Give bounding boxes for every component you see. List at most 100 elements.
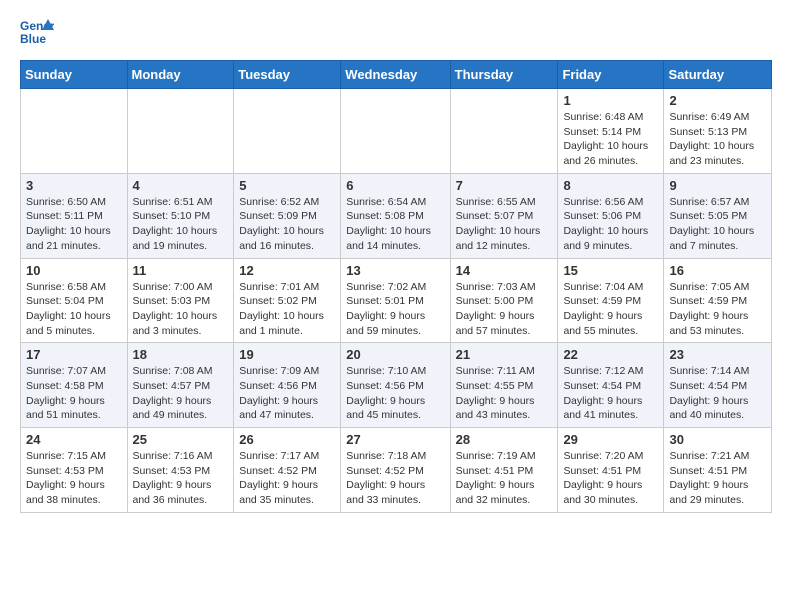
calendar-cell: 3 Sunrise: 6:50 AM Sunset: 5:11 PM Daylig…	[21, 173, 128, 258]
page: General Blue SundayMondayTuesdayWednesda…	[0, 0, 792, 529]
day-info: Sunrise: 6:52 AM Sunset: 5:09 PM Dayligh…	[239, 195, 335, 254]
day-number: 14	[456, 263, 553, 278]
day-number: 16	[669, 263, 766, 278]
calendar-cell	[234, 89, 341, 174]
day-info: Sunrise: 7:18 AM Sunset: 4:52 PM Dayligh…	[346, 449, 444, 508]
weekday-header-sunday: Sunday	[21, 61, 128, 89]
calendar-cell: 27 Sunrise: 7:18 AM Sunset: 4:52 PM Dayli…	[341, 428, 450, 513]
day-number: 4	[133, 178, 229, 193]
calendar-cell: 6 Sunrise: 6:54 AM Sunset: 5:08 PM Daylig…	[341, 173, 450, 258]
day-info: Sunrise: 7:02 AM Sunset: 5:01 PM Dayligh…	[346, 280, 444, 339]
day-number: 9	[669, 178, 766, 193]
day-info: Sunrise: 7:07 AM Sunset: 4:58 PM Dayligh…	[26, 364, 122, 423]
calendar-cell	[341, 89, 450, 174]
calendar-cell: 25 Sunrise: 7:16 AM Sunset: 4:53 PM Dayli…	[127, 428, 234, 513]
day-number: 28	[456, 432, 553, 447]
week-row-3: 10 Sunrise: 6:58 AM Sunset: 5:04 PM Dayli…	[21, 258, 772, 343]
day-info: Sunrise: 7:04 AM Sunset: 4:59 PM Dayligh…	[563, 280, 658, 339]
calendar-cell: 5 Sunrise: 6:52 AM Sunset: 5:09 PM Daylig…	[234, 173, 341, 258]
day-number: 27	[346, 432, 444, 447]
calendar-cell: 1 Sunrise: 6:48 AM Sunset: 5:14 PM Daylig…	[558, 89, 664, 174]
calendar-cell: 28 Sunrise: 7:19 AM Sunset: 4:51 PM Dayli…	[450, 428, 558, 513]
calendar-cell: 24 Sunrise: 7:15 AM Sunset: 4:53 PM Dayli…	[21, 428, 128, 513]
day-number: 23	[669, 347, 766, 362]
weekday-header-monday: Monday	[127, 61, 234, 89]
logo-svg: General Blue	[20, 16, 54, 50]
calendar-cell: 4 Sunrise: 6:51 AM Sunset: 5:10 PM Daylig…	[127, 173, 234, 258]
day-info: Sunrise: 7:03 AM Sunset: 5:00 PM Dayligh…	[456, 280, 553, 339]
calendar-cell: 29 Sunrise: 7:20 AM Sunset: 4:51 PM Dayli…	[558, 428, 664, 513]
day-info: Sunrise: 7:09 AM Sunset: 4:56 PM Dayligh…	[239, 364, 335, 423]
day-number: 10	[26, 263, 122, 278]
weekday-header-tuesday: Tuesday	[234, 61, 341, 89]
day-number: 11	[133, 263, 229, 278]
day-info: Sunrise: 7:15 AM Sunset: 4:53 PM Dayligh…	[26, 449, 122, 508]
day-info: Sunrise: 7:14 AM Sunset: 4:54 PM Dayligh…	[669, 364, 766, 423]
day-number: 12	[239, 263, 335, 278]
calendar-cell: 13 Sunrise: 7:02 AM Sunset: 5:01 PM Dayli…	[341, 258, 450, 343]
week-row-5: 24 Sunrise: 7:15 AM Sunset: 4:53 PM Dayli…	[21, 428, 772, 513]
calendar-cell: 23 Sunrise: 7:14 AM Sunset: 4:54 PM Dayli…	[664, 343, 772, 428]
day-info: Sunrise: 7:12 AM Sunset: 4:54 PM Dayligh…	[563, 364, 658, 423]
weekday-header-wednesday: Wednesday	[341, 61, 450, 89]
weekday-header-friday: Friday	[558, 61, 664, 89]
day-info: Sunrise: 6:57 AM Sunset: 5:05 PM Dayligh…	[669, 195, 766, 254]
day-number: 19	[239, 347, 335, 362]
day-info: Sunrise: 7:19 AM Sunset: 4:51 PM Dayligh…	[456, 449, 553, 508]
day-info: Sunrise: 6:58 AM Sunset: 5:04 PM Dayligh…	[26, 280, 122, 339]
calendar-cell: 2 Sunrise: 6:49 AM Sunset: 5:13 PM Daylig…	[664, 89, 772, 174]
calendar-cell: 7 Sunrise: 6:55 AM Sunset: 5:07 PM Daylig…	[450, 173, 558, 258]
calendar-cell: 16 Sunrise: 7:05 AM Sunset: 4:59 PM Dayli…	[664, 258, 772, 343]
day-info: Sunrise: 6:49 AM Sunset: 5:13 PM Dayligh…	[669, 110, 766, 169]
calendar-cell: 10 Sunrise: 6:58 AM Sunset: 5:04 PM Dayli…	[21, 258, 128, 343]
day-info: Sunrise: 7:01 AM Sunset: 5:02 PM Dayligh…	[239, 280, 335, 339]
day-number: 21	[456, 347, 553, 362]
day-number: 13	[346, 263, 444, 278]
day-info: Sunrise: 7:10 AM Sunset: 4:56 PM Dayligh…	[346, 364, 444, 423]
day-number: 20	[346, 347, 444, 362]
calendar-cell	[450, 89, 558, 174]
calendar-cell: 22 Sunrise: 7:12 AM Sunset: 4:54 PM Dayli…	[558, 343, 664, 428]
day-info: Sunrise: 6:50 AM Sunset: 5:11 PM Dayligh…	[26, 195, 122, 254]
day-number: 7	[456, 178, 553, 193]
day-info: Sunrise: 7:05 AM Sunset: 4:59 PM Dayligh…	[669, 280, 766, 339]
calendar-cell: 15 Sunrise: 7:04 AM Sunset: 4:59 PM Dayli…	[558, 258, 664, 343]
day-info: Sunrise: 7:21 AM Sunset: 4:51 PM Dayligh…	[669, 449, 766, 508]
day-number: 15	[563, 263, 658, 278]
day-info: Sunrise: 6:54 AM Sunset: 5:08 PM Dayligh…	[346, 195, 444, 254]
day-number: 26	[239, 432, 335, 447]
calendar-cell: 8 Sunrise: 6:56 AM Sunset: 5:06 PM Daylig…	[558, 173, 664, 258]
day-info: Sunrise: 7:08 AM Sunset: 4:57 PM Dayligh…	[133, 364, 229, 423]
calendar-cell: 19 Sunrise: 7:09 AM Sunset: 4:56 PM Dayli…	[234, 343, 341, 428]
day-number: 2	[669, 93, 766, 108]
day-number: 3	[26, 178, 122, 193]
day-info: Sunrise: 7:16 AM Sunset: 4:53 PM Dayligh…	[133, 449, 229, 508]
day-number: 8	[563, 178, 658, 193]
calendar-cell	[127, 89, 234, 174]
calendar-cell: 12 Sunrise: 7:01 AM Sunset: 5:02 PM Dayli…	[234, 258, 341, 343]
day-number: 6	[346, 178, 444, 193]
day-number: 24	[26, 432, 122, 447]
day-info: Sunrise: 7:00 AM Sunset: 5:03 PM Dayligh…	[133, 280, 229, 339]
day-number: 25	[133, 432, 229, 447]
calendar-cell	[21, 89, 128, 174]
day-number: 17	[26, 347, 122, 362]
calendar-cell: 17 Sunrise: 7:07 AM Sunset: 4:58 PM Dayli…	[21, 343, 128, 428]
day-info: Sunrise: 6:56 AM Sunset: 5:06 PM Dayligh…	[563, 195, 658, 254]
calendar-cell: 20 Sunrise: 7:10 AM Sunset: 4:56 PM Dayli…	[341, 343, 450, 428]
week-row-1: 1 Sunrise: 6:48 AM Sunset: 5:14 PM Daylig…	[21, 89, 772, 174]
calendar-cell: 18Sunrise: 7:08 AM Sunset: 4:57 PM Dayli…	[127, 343, 234, 428]
day-number: 1	[563, 93, 658, 108]
day-info: Sunrise: 7:17 AM Sunset: 4:52 PM Dayligh…	[239, 449, 335, 508]
calendar-cell: 30Sunrise: 7:21 AM Sunset: 4:51 PM Dayli…	[664, 428, 772, 513]
day-info: Sunrise: 6:51 AM Sunset: 5:10 PM Dayligh…	[133, 195, 229, 254]
day-info: Sunrise: 6:55 AM Sunset: 5:07 PM Dayligh…	[456, 195, 553, 254]
day-number: 22	[563, 347, 658, 362]
day-info: Sunrise: 7:20 AM Sunset: 4:51 PM Dayligh…	[563, 449, 658, 508]
day-info: Sunrise: 6:48 AM Sunset: 5:14 PM Dayligh…	[563, 110, 658, 169]
day-number: 5	[239, 178, 335, 193]
weekday-header-thursday: Thursday	[450, 61, 558, 89]
calendar-cell: 26 Sunrise: 7:17 AM Sunset: 4:52 PM Dayli…	[234, 428, 341, 513]
logo: General Blue	[20, 16, 54, 50]
day-number: 29	[563, 432, 658, 447]
